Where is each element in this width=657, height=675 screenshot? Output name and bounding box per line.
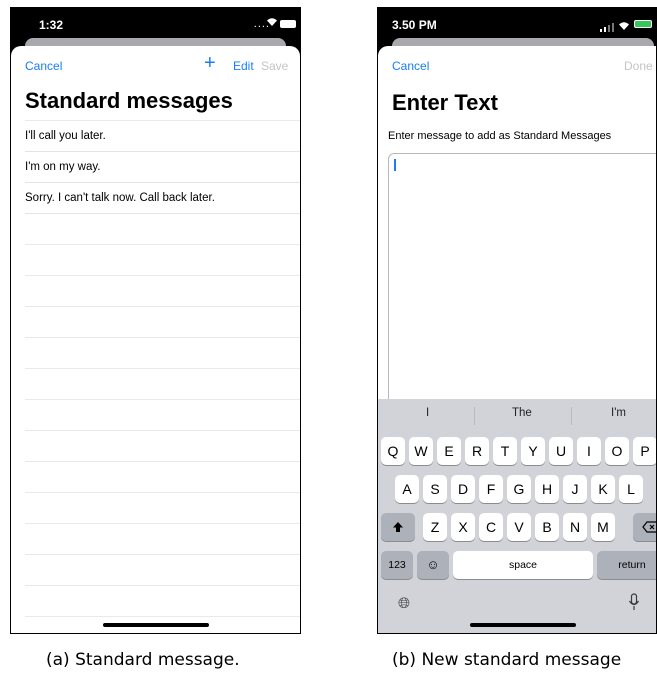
status-bar: 3.50 PM (378, 8, 656, 42)
empty-row-divider (25, 616, 300, 617)
key-h[interactable]: H (535, 475, 559, 503)
key-c[interactable]: C (479, 513, 503, 541)
cellular-icon (600, 19, 614, 37)
empty-row-divider (25, 523, 300, 524)
page-title: Enter Text (392, 90, 498, 115)
key-v[interactable]: V (507, 513, 531, 541)
key-j[interactable]: J (563, 475, 587, 503)
battery-charging-icon (634, 20, 652, 28)
empty-row-divider (25, 554, 300, 555)
key-l[interactable]: L (619, 475, 643, 503)
key-m[interactable]: M (591, 513, 615, 541)
empty-row-divider (25, 492, 300, 493)
key-d[interactable]: D (451, 475, 475, 503)
cancel-button[interactable]: Cancel (25, 59, 62, 73)
add-icon[interactable]: + (204, 52, 216, 75)
emoji-key[interactable]: ☺ (417, 551, 449, 579)
key-a[interactable]: A (395, 475, 419, 503)
emoji-icon: ☺ (426, 557, 440, 572)
key-t[interactable]: T (493, 437, 517, 465)
keyboard: I The I'm Q W E R T Y U I O P A S D F G … (378, 399, 656, 633)
phone-enter-text: 3.50 PM Cancel Done Enter Text Enter mes… (377, 7, 657, 634)
key-q[interactable]: Q (381, 437, 405, 465)
suggestion-divider (474, 407, 475, 425)
list-item[interactable]: Sorry. I can't talk now. Call back later… (25, 183, 300, 214)
shift-icon (393, 522, 403, 532)
key-f[interactable]: F (479, 475, 503, 503)
status-time: 3.50 PM (392, 18, 437, 32)
cancel-button[interactable]: Cancel (392, 59, 429, 73)
messages-sheet: Cancel + Edit Save Standard messages I'l… (11, 46, 300, 633)
empty-row-divider (25, 399, 300, 400)
key-u[interactable]: U (549, 437, 573, 465)
suggestion-2[interactable]: The (512, 407, 532, 419)
key-k[interactable]: K (591, 475, 615, 503)
shift-key[interactable] (381, 513, 415, 541)
empty-row-divider (25, 430, 300, 431)
key-n[interactable]: N (563, 513, 587, 541)
suggestion-divider (571, 407, 572, 425)
return-key[interactable]: return (597, 551, 656, 579)
suggestion-3[interactable]: I'm (611, 407, 626, 419)
key-z[interactable]: Z (423, 513, 447, 541)
empty-row-divider (25, 306, 300, 307)
key-o[interactable]: O (605, 437, 629, 465)
status-bar: 1:32 .... (11, 8, 300, 42)
key-x[interactable]: X (451, 513, 475, 541)
empty-row-divider (25, 337, 300, 338)
battery-icon (280, 20, 296, 28)
delete-key[interactable] (633, 513, 656, 541)
backspace-icon (642, 521, 656, 533)
page-title: Standard messages (25, 88, 233, 113)
list-item[interactable]: I'll call you later. (25, 121, 300, 152)
empty-row-divider (25, 368, 300, 369)
key-w[interactable]: W (409, 437, 433, 465)
list-item[interactable]: I'm on my way. (25, 152, 300, 183)
text-cursor (394, 159, 396, 171)
key-e[interactable]: E (437, 437, 461, 465)
empty-row-divider (25, 585, 300, 586)
key-p[interactable]: P (633, 437, 656, 465)
key-g[interactable]: G (507, 475, 531, 503)
wifi-icon (618, 18, 630, 36)
status-time: 1:32 (39, 18, 64, 32)
globe-icon[interactable]: 🌐︎ (398, 595, 410, 612)
home-indicator (103, 623, 209, 627)
space-key[interactable]: space (453, 551, 593, 579)
key-s[interactable]: S (423, 475, 447, 503)
microphone-icon[interactable] (628, 593, 640, 616)
key-r[interactable]: R (465, 437, 489, 465)
caption-a: (a) Standard message. (46, 650, 240, 670)
done-button[interactable]: Done (624, 59, 653, 73)
home-indicator (470, 623, 576, 627)
suggestion-1[interactable]: I (426, 407, 429, 419)
enter-text-sheet: Cancel Done Enter Text Enter message to … (378, 46, 656, 633)
edit-button[interactable]: Edit (233, 59, 254, 73)
phone-standard-messages: 1:32 .... Cancel + Edit Save Standard me… (10, 7, 301, 634)
key-b[interactable]: B (535, 513, 559, 541)
empty-row-divider (25, 244, 300, 245)
caption-b: (b) New standard message (392, 650, 622, 670)
key-y[interactable]: Y (521, 437, 545, 465)
key-i[interactable]: I (577, 437, 601, 465)
empty-row-divider (25, 275, 300, 276)
wifi-icon (266, 16, 278, 30)
instruction-text: Enter message to add as Standard Message… (388, 130, 612, 142)
numbers-key[interactable]: 123 (381, 551, 413, 579)
empty-row-divider (25, 461, 300, 462)
save-button[interactable]: Save (261, 59, 288, 73)
